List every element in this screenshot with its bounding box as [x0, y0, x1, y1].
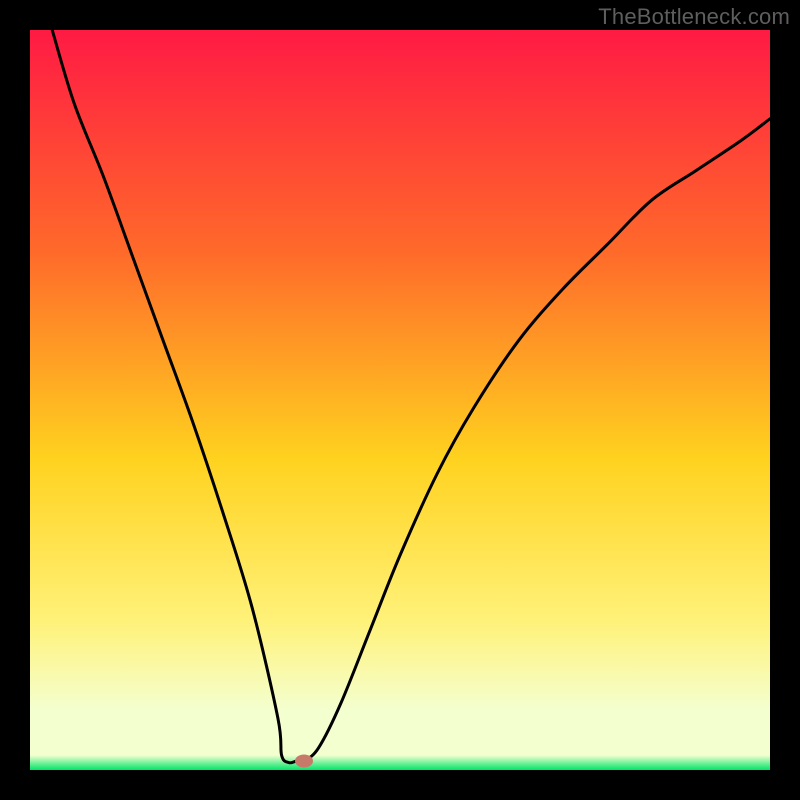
minimum-marker — [295, 755, 313, 768]
watermark-text: TheBottleneck.com — [598, 4, 790, 30]
bottleneck-curve — [30, 30, 770, 770]
plot-area — [30, 30, 770, 770]
chart-frame: TheBottleneck.com — [0, 0, 800, 800]
